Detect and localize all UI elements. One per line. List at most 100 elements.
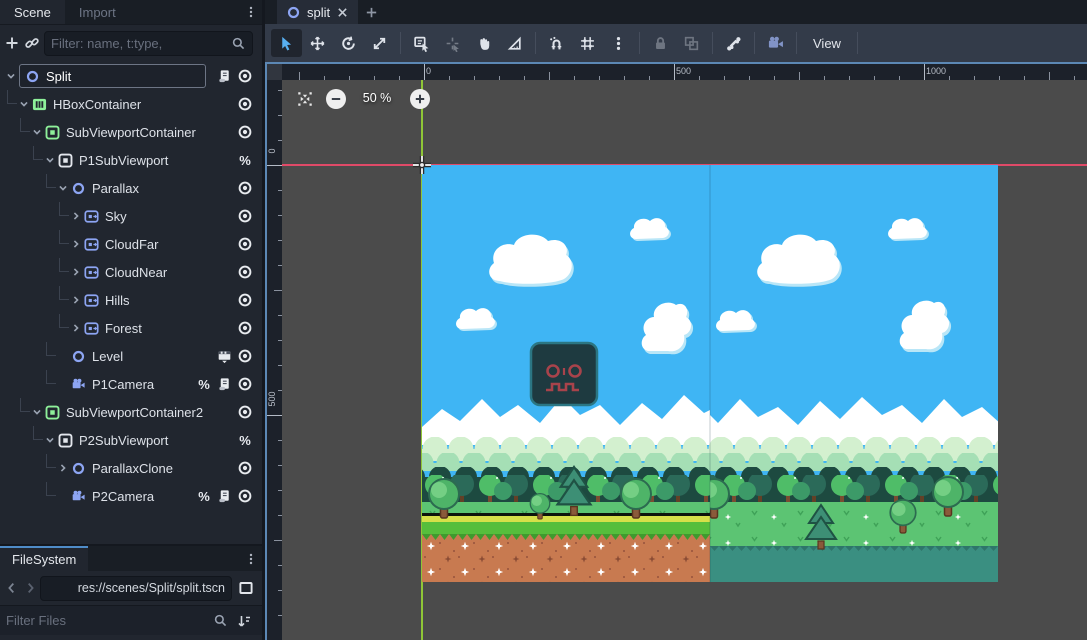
snap-options-menu-button[interactable]	[603, 29, 634, 57]
ruler-vertical[interactable]: 0 500	[267, 80, 282, 640]
center-view-button[interactable]	[295, 89, 315, 109]
group-selected-button[interactable]	[676, 29, 707, 57]
script-icon[interactable]	[214, 69, 234, 84]
collapse-down-icon[interactable]	[56, 181, 71, 195]
collapse-right-icon[interactable]	[69, 237, 84, 251]
unique-name-badge[interactable]: %	[234, 433, 256, 448]
tab-import[interactable]: Import	[65, 0, 130, 24]
tree-node-p2subviewport[interactable]: P2SubViewport%	[0, 426, 262, 454]
visibility-toggle[interactable]	[234, 460, 256, 476]
skeleton-options-button[interactable]	[718, 29, 749, 57]
instance-scene-button[interactable]	[24, 31, 40, 55]
history-forward-button[interactable]	[22, 576, 38, 600]
scene-tab-split[interactable]: split	[277, 0, 358, 24]
visibility-toggle[interactable]	[234, 236, 256, 252]
tree-node-parallaxclone[interactable]: ParallaxClone	[0, 454, 262, 482]
unique-name-badge[interactable]: %	[194, 489, 214, 504]
rename-node-input[interactable]: Split	[19, 64, 206, 88]
scale-tool-button[interactable]	[364, 29, 395, 57]
zoom-percent-label[interactable]: 50 %	[346, 91, 408, 105]
tree-node-p2camera[interactable]: P2Camera%	[0, 482, 262, 510]
zoom-out-button[interactable]	[326, 89, 346, 109]
history-back-button[interactable]	[4, 576, 20, 600]
rotate-tool-button[interactable]	[333, 29, 364, 57]
tree-node-hboxcontainer[interactable]: HBoxContainer	[0, 90, 262, 118]
collapse-right-icon[interactable]	[69, 265, 84, 279]
collapse-down-icon[interactable]	[30, 125, 45, 139]
visibility-toggle[interactable]	[234, 180, 256, 196]
visibility-toggle[interactable]	[234, 96, 256, 112]
collapse-right-icon[interactable]	[69, 293, 84, 307]
pixel-snap-tool-button[interactable]	[437, 29, 468, 57]
collapse-down-icon[interactable]	[17, 97, 32, 111]
tree-node-level[interactable]: Level	[0, 342, 262, 370]
tree-node-cloudfar[interactable]: CloudFar	[0, 230, 262, 258]
close-tab-button[interactable]	[336, 6, 349, 19]
visibility-toggle[interactable]	[234, 348, 256, 364]
pan-tool-button[interactable]	[468, 29, 499, 57]
collapse-down-icon[interactable]	[43, 153, 58, 167]
zoom-in-button[interactable]	[410, 89, 430, 109]
script-icon[interactable]	[214, 489, 234, 504]
instance-icon[interactable]	[214, 349, 234, 364]
ruler-tool-button[interactable]	[499, 29, 530, 57]
parallax-layer-icon	[84, 237, 99, 252]
select-tool-button[interactable]	[271, 29, 302, 57]
visibility-toggle[interactable]	[234, 404, 256, 420]
dock-tabs-menu-button[interactable]	[240, 0, 262, 24]
collapse-right-icon[interactable]	[69, 321, 84, 335]
collapse-down-icon[interactable]	[4, 69, 19, 83]
tab-filesystem[interactable]: FileSystem	[0, 546, 88, 571]
visibility-toggle[interactable]	[234, 68, 256, 84]
visibility-toggle[interactable]	[234, 488, 256, 504]
add-node-button[interactable]	[4, 31, 20, 55]
lock-selected-button[interactable]	[645, 29, 676, 57]
visibility-toggle[interactable]	[234, 264, 256, 280]
parallax-layer-icon	[84, 209, 99, 224]
visibility-toggle[interactable]	[234, 208, 256, 224]
filter-files-input[interactable]	[6, 613, 209, 628]
toggle-split-mode-button[interactable]	[234, 576, 258, 600]
tree-node-hills[interactable]: Hills	[0, 286, 262, 314]
unique-name-badge[interactable]: %	[194, 377, 214, 392]
tree-node-cloudnear[interactable]: CloudNear	[0, 258, 262, 286]
collapse-right-icon[interactable]	[69, 209, 84, 223]
view-menu-button[interactable]: View	[802, 29, 852, 57]
tree-node-subviewportcontainer2[interactable]: SubViewportContainer2	[0, 398, 262, 426]
ruler-tick	[267, 415, 282, 416]
ruler-horizontal[interactable]: 0 500 1000	[282, 64, 1087, 80]
node-filter-input[interactable]	[51, 36, 227, 51]
visibility-toggle[interactable]	[234, 292, 256, 308]
node-name: SubViewportContainer	[66, 125, 196, 140]
tree-connector	[33, 426, 43, 440]
camera-override-button[interactable]	[760, 29, 791, 57]
collapse-down-icon[interactable]	[30, 405, 45, 419]
canvas-2d[interactable]: 50 %	[282, 80, 1087, 640]
tree-node-split[interactable]: Split	[0, 62, 262, 90]
script-icon[interactable]	[214, 377, 234, 392]
current-path-input[interactable]	[47, 581, 225, 595]
new-scene-tab-button[interactable]	[358, 0, 384, 24]
unique-name-badge[interactable]: %	[234, 153, 256, 168]
grid-snap-toggle-button[interactable]	[572, 29, 603, 57]
collapse-down-icon[interactable]	[43, 433, 58, 447]
tree-connector	[20, 118, 30, 132]
smart-snap-toggle-button[interactable]	[541, 29, 572, 57]
visibility-toggle[interactable]	[234, 376, 256, 392]
tree-node-forest[interactable]: Forest	[0, 314, 262, 342]
list-select-tool-button[interactable]	[406, 29, 437, 57]
tab-scene[interactable]: Scene	[0, 0, 65, 24]
scene-render[interactable]	[422, 165, 998, 585]
filesystem-menu-button[interactable]	[240, 546, 262, 571]
tree-node-p1subviewport[interactable]: P1SubViewport%	[0, 146, 262, 174]
tree-node-subviewportcontainer[interactable]: SubViewportContainer	[0, 118, 262, 146]
tree-node-p1camera[interactable]: P1Camera%	[0, 370, 262, 398]
file-sort-button[interactable]	[232, 609, 256, 633]
collapse-right-icon[interactable]	[56, 461, 71, 475]
visibility-toggle[interactable]	[234, 124, 256, 140]
tree-node-sky[interactable]: Sky	[0, 202, 262, 230]
tree-node-parallax[interactable]: Parallax	[0, 174, 262, 202]
move-tool-button[interactable]	[302, 29, 333, 57]
visibility-toggle[interactable]	[234, 320, 256, 336]
tree-connector	[46, 454, 56, 468]
